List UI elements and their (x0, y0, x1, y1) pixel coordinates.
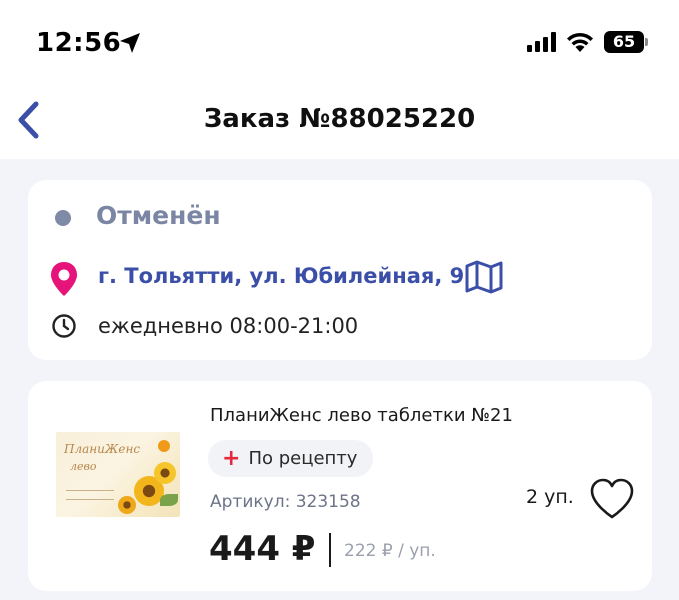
product-quantity: 2 уп. (526, 486, 574, 508)
product-name[interactable]: ПланиЖенс лево таблетки №21 (210, 405, 513, 426)
clock-icon (52, 314, 76, 338)
unit-price: 222 ₽ / уп. (344, 541, 436, 561)
wifi-icon (567, 32, 593, 52)
battery-icon: 65 (604, 31, 644, 53)
product-image-lines (66, 490, 114, 500)
product-image-brand: ПланиЖенс (64, 442, 141, 456)
working-hours: ежедневно 08:00-21:00 (98, 314, 359, 338)
pharmacy-address[interactable]: г. Тольятти, ул. Юбилейная, 9 (98, 264, 464, 288)
status-dot (55, 210, 71, 226)
prescription-label: По рецепту (248, 448, 358, 469)
location-arrow-icon (120, 33, 140, 53)
flower-decoration (154, 462, 176, 484)
flower-decoration (118, 496, 136, 514)
product-image-sub: лево (70, 460, 97, 473)
brand-logo (158, 440, 170, 452)
page-title: Заказ №88025220 (203, 104, 476, 134)
leaf-decoration (160, 494, 178, 506)
order-status-card: Отменён г. Тольятти, ул. Юбилейная, 9 еж… (28, 180, 652, 360)
battery-cap (645, 38, 648, 46)
status-time: 12:56 (36, 28, 122, 58)
header: 12:56 65 Заказ №88025220 (0, 0, 679, 159)
signal-icon (527, 32, 556, 52)
map-icon[interactable] (464, 259, 504, 295)
product-price: 444 ₽ (209, 529, 316, 569)
heart-icon[interactable] (588, 477, 636, 521)
order-status: Отменён (96, 201, 221, 230)
product-card[interactable]: ПланиЖенс лево ПланиЖенс лево таблетки №… (28, 381, 652, 591)
product-sku: Артикул: 323158 (210, 492, 361, 512)
prescription-badge: + По рецепту (208, 440, 374, 477)
location-pin-icon (51, 262, 77, 296)
prescription-plus-icon: + (222, 445, 241, 471)
price-divider (329, 533, 331, 567)
product-image[interactable]: ПланиЖенс лево (56, 432, 180, 517)
